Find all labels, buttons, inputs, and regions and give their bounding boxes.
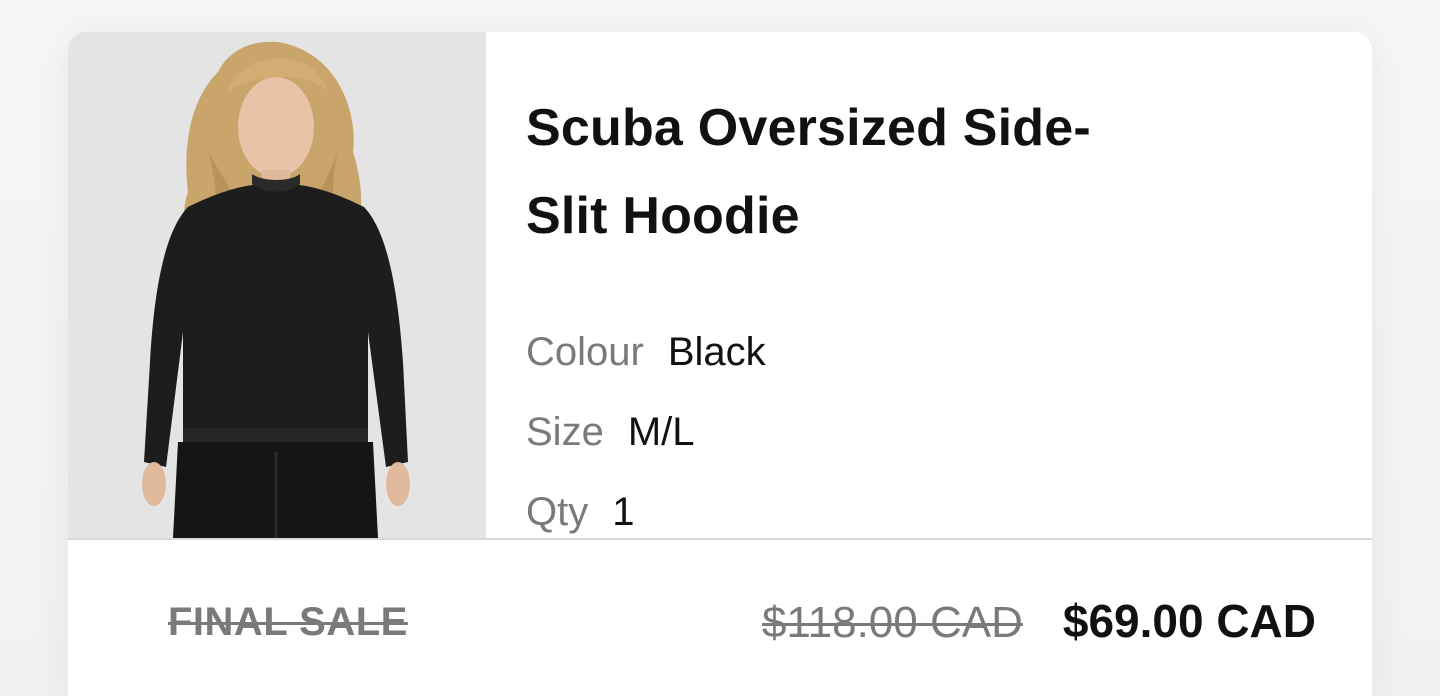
price-group: $118.00 CAD $69.00 CAD bbox=[762, 594, 1316, 648]
product-info: Scuba Oversized Side-Slit Hoodie Colour … bbox=[526, 84, 1226, 570]
attribute-size: Size M/L bbox=[526, 410, 1226, 490]
attribute-colour: Colour Black bbox=[526, 330, 1226, 410]
attribute-label: Size bbox=[526, 410, 604, 454]
original-price: $118.00 CAD bbox=[761, 598, 1023, 647]
attribute-value: Black bbox=[667, 330, 766, 374]
sale-price: $69.00 CAD bbox=[1062, 595, 1316, 647]
product-title[interactable]: Scuba Oversized Side-Slit Hoodie bbox=[526, 84, 1146, 260]
cart-item-details: Scuba Oversized Side-Slit Hoodie Colour … bbox=[68, 32, 1372, 538]
final-sale-label: FINAL SALE bbox=[168, 600, 408, 644]
product-image[interactable] bbox=[68, 32, 486, 538]
attribute-value: 1 bbox=[612, 490, 635, 534]
page: Scuba Oversized Side-Slit Hoodie Colour … bbox=[0, 0, 1440, 696]
attribute-label: Qty bbox=[526, 490, 589, 534]
attribute-label: Colour bbox=[526, 330, 644, 374]
attribute-value: M/L bbox=[627, 410, 695, 454]
cart-item-card: Scuba Oversized Side-Slit Hoodie Colour … bbox=[68, 32, 1372, 696]
product-attributes: Colour Black Size M/L Qty 1 bbox=[526, 330, 1226, 570]
product-photo-illustration bbox=[68, 32, 486, 538]
price-row: FINAL SALE $118.00 CAD $69.00 CAD bbox=[68, 540, 1372, 696]
